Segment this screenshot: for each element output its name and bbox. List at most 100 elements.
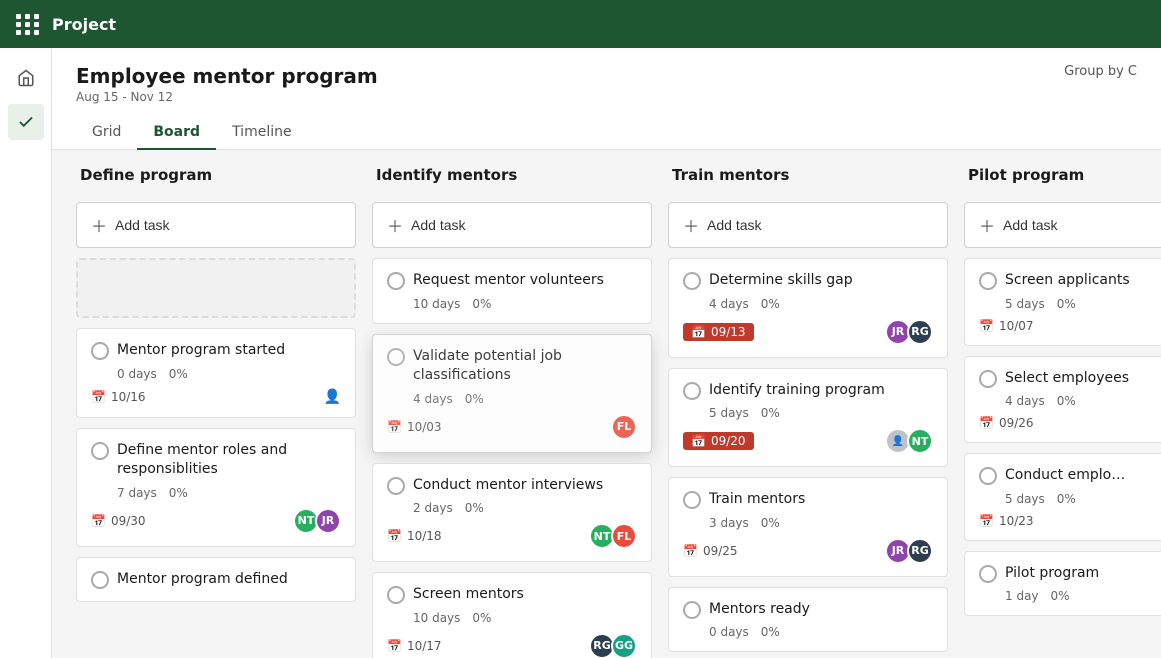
task-progress: 0% <box>472 611 491 625</box>
task-progress: 0% <box>761 625 780 639</box>
task-title: Pilot program <box>1005 564 1149 584</box>
task-checkbox[interactable] <box>979 467 997 485</box>
task-card[interactable]: Train mentors 3 days 0% 📅 09/25 JR R <box>668 477 948 577</box>
task-days: 1 day <box>1005 589 1039 603</box>
column-header-define: Define program <box>76 166 356 192</box>
task-progress: 0% <box>472 297 491 311</box>
task-checkbox[interactable] <box>979 370 997 388</box>
task-checkbox[interactable] <box>91 342 109 360</box>
task-avatars: JR RG <box>885 319 933 345</box>
column-header-pilot: Pilot program <box>964 166 1161 192</box>
plus-icon: ＋ <box>387 213 403 237</box>
app-title: Project <box>52 15 116 34</box>
task-days: 4 days <box>413 392 453 406</box>
sidebar-item-home[interactable] <box>8 60 44 96</box>
task-days: 0 days <box>117 367 157 381</box>
task-title: Screen applicants <box>1005 271 1149 291</box>
task-days: 7 days <box>117 486 157 500</box>
task-card[interactable]: Request mentor volunteers 10 days 0% <box>372 258 652 324</box>
task-progress: 0% <box>761 406 780 420</box>
tab-timeline[interactable]: Timeline <box>216 116 308 150</box>
tab-board[interactable]: Board <box>137 116 216 150</box>
add-task-button-define[interactable]: ＋ Add task <box>76 202 356 248</box>
task-checkbox[interactable] <box>683 491 701 509</box>
task-days: 4 days <box>709 297 749 311</box>
task-avatars: NT JR <box>293 508 341 534</box>
column-define-program: Define program ＋ Add task Mentor program… <box>76 166 356 642</box>
task-progress: 0% <box>169 486 188 500</box>
group-by-label[interactable]: Group by C <box>1064 64 1137 89</box>
task-checkbox[interactable] <box>979 565 997 583</box>
task-progress: 0% <box>761 297 780 311</box>
task-card[interactable]: Conduct emplo… 5 days 0% 📅 10/23 <box>964 453 1161 541</box>
task-card[interactable]: Screen applicants 5 days 0% 📅 10/07 <box>964 258 1161 346</box>
task-days: 5 days <box>709 406 749 420</box>
task-card[interactable]: Define mentor roles and responsiblities … <box>76 428 356 547</box>
task-avatars: NT FL <box>589 523 637 549</box>
calendar-icon: 📅 <box>979 416 994 430</box>
task-card[interactable]: Screen mentors 10 days 0% 📅 10/17 RG <box>372 572 652 658</box>
task-checkbox[interactable] <box>387 348 405 366</box>
task-progress: 0% <box>1051 589 1070 603</box>
task-avatars: JR RG <box>885 538 933 564</box>
task-date: 📅 10/18 <box>387 529 442 543</box>
task-checkbox[interactable] <box>683 272 701 290</box>
avatar: JR <box>315 508 341 534</box>
task-progress: 0% <box>465 392 484 406</box>
avatar: RG <box>907 319 933 345</box>
task-checkbox[interactable] <box>683 382 701 400</box>
task-card[interactable]: Determine skills gap 4 days 0% 📅 09/13 J… <box>668 258 948 358</box>
add-task-button-train[interactable]: ＋ Add task <box>668 202 948 248</box>
column-identify-mentors: Identify mentors ＋ Add task Request ment… <box>372 166 652 642</box>
task-checkbox[interactable] <box>91 571 109 589</box>
task-progress: 0% <box>1057 492 1076 506</box>
avatar: NT <box>907 428 933 454</box>
task-progress: 0% <box>1057 394 1076 408</box>
assign-icon[interactable]: 👤 <box>324 389 341 405</box>
calendar-icon: 📅 <box>683 544 698 558</box>
task-card[interactable]: Conduct mentor interviews 2 days 0% 📅 10… <box>372 463 652 563</box>
task-card[interactable]: Select employees 4 days 0% 📅 09/26 <box>964 356 1161 444</box>
task-title: Conduct mentor interviews <box>413 476 637 496</box>
task-days: 3 days <box>709 516 749 530</box>
task-days: 10 days <box>413 297 460 311</box>
task-days: 4 days <box>1005 394 1045 408</box>
task-checkbox[interactable] <box>387 272 405 290</box>
task-date: 📅 10/03 <box>387 420 442 434</box>
task-card[interactable]: Mentor program started 0 days 0% 📅 10/16… <box>76 328 356 418</box>
task-card[interactable]: Identify training program 5 days 0% 📅 09… <box>668 368 948 468</box>
column-pilot-program: Pilot program ＋ Add task Screen applican… <box>964 166 1161 642</box>
task-title: Request mentor volunteers <box>413 271 637 291</box>
task-checkbox[interactable] <box>91 442 109 460</box>
calendar-icon: 📅 <box>91 514 106 528</box>
calendar-icon: 📅 <box>979 514 994 528</box>
main-content: Employee mentor program Aug 15 - Nov 12 … <box>52 48 1161 658</box>
task-days: 5 days <box>1005 297 1045 311</box>
project-title: Employee mentor program <box>76 64 378 88</box>
calendar-icon: 📅 <box>387 420 402 434</box>
task-progress: 0% <box>169 367 188 381</box>
task-progress: 0% <box>1057 297 1076 311</box>
task-checkbox[interactable] <box>979 272 997 290</box>
task-card[interactable]: Mentor program defined <box>76 557 356 603</box>
task-card-dragging[interactable]: Validate potential job classifications 4… <box>372 334 652 453</box>
task-card[interactable]: Pilot program 1 day 0% <box>964 551 1161 617</box>
task-date: 📅 09/30 <box>91 514 146 528</box>
task-card[interactable]: Mentors ready 0 days 0% <box>668 587 948 653</box>
task-date: 📅 10/23 <box>979 514 1034 528</box>
task-checkbox[interactable] <box>387 477 405 495</box>
add-task-button-identify[interactable]: ＋ Add task <box>372 202 652 248</box>
add-task-button-pilot[interactable]: ＋ Add task <box>964 202 1161 248</box>
sidebar-item-check[interactable] <box>8 104 44 140</box>
task-title: Mentors ready <box>709 600 933 620</box>
task-checkbox[interactable] <box>387 586 405 604</box>
tab-grid[interactable]: Grid <box>76 116 137 150</box>
avatar: RG <box>907 538 933 564</box>
project-header: Employee mentor program Aug 15 - Nov 12 … <box>52 48 1161 150</box>
task-avatars: FL <box>611 414 637 440</box>
task-checkbox[interactable] <box>683 601 701 619</box>
task-title: Validate potential job classifications <box>413 347 637 386</box>
calendar-icon: 📅 <box>387 639 402 653</box>
task-title: Screen mentors <box>413 585 637 605</box>
app-launcher-icon[interactable] <box>16 14 40 35</box>
